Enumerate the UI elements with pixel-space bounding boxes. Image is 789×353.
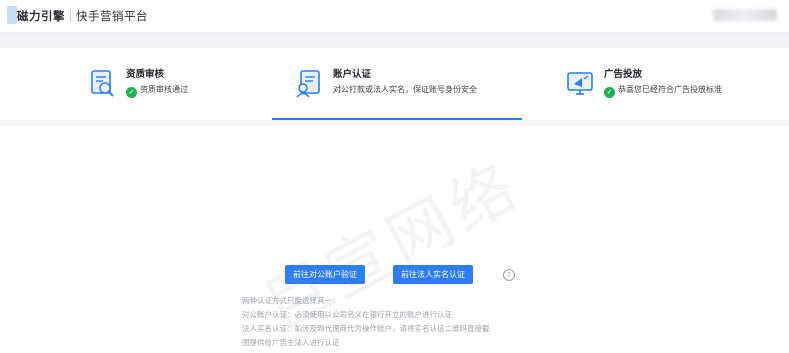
brand-name[interactable]: 磁力引擎 xyxy=(17,8,65,24)
note-line: 图提供给广告主法人进行认证 xyxy=(242,338,340,347)
check-icon: ✓ xyxy=(126,87,137,98)
note-line: 对公账户认证：必须使用以公司名义在银行开立的账户进行认证 xyxy=(242,310,452,319)
account-info[interactable] xyxy=(713,9,777,21)
check-icon: ✓ xyxy=(604,87,615,98)
main-content: 巨宣网络 前往对公账户验证 前往法人实名认证 ? 两种认证方式只能选择其一： 对… xyxy=(0,126,789,353)
top-bar: 磁力引擎 快手营销平台 xyxy=(0,0,789,33)
step-title: 资质审核 xyxy=(126,69,165,80)
platform-name: 快手营销平台 xyxy=(76,9,148,23)
legal-person-verify-button[interactable]: 前往法人实名认证 xyxy=(393,265,473,284)
step-desc: 对公打款或法人实名，保证账号身份安全 xyxy=(333,85,477,94)
steps-bar: 资质审核 ✓ 资质审核通过 账户认证 对公打款或法人实名，保证账号身份安全 广告… xyxy=(0,48,789,120)
ad-launch-icon xyxy=(566,67,596,99)
account-verify-icon xyxy=(294,67,324,99)
note-line: 法人实名认证：如涉及到代理商代为操作账户，请将实名认证二维码直接截 xyxy=(242,324,490,333)
corporate-account-verify-button[interactable]: 前往对公账户验证 xyxy=(285,265,365,284)
step-title: 广告投放 xyxy=(604,69,643,80)
step-desc: ✓ 恭喜您已经符合广告投放标准 xyxy=(604,84,722,98)
note-line: 两种认证方式只能选择其一： xyxy=(242,296,340,305)
step-title: 账户认证 xyxy=(333,69,372,80)
active-step-indicator xyxy=(272,118,522,120)
verification-notes: 两种认证方式只能选择其一： 对公账户认证：必须使用以公司名义在银行开立的账户进行… xyxy=(242,294,490,350)
step-desc-text: 恭喜您已经符合广告投放标准 xyxy=(618,85,722,94)
logo-icon xyxy=(7,6,17,24)
document-search-icon xyxy=(88,67,118,99)
brand-divider xyxy=(70,10,71,22)
help-icon[interactable]: ? xyxy=(503,269,515,281)
step-desc: ✓ 资质审核通过 xyxy=(126,84,188,98)
step-desc-text: 资质审核通过 xyxy=(140,85,188,94)
step-qualification: 资质审核 ✓ 资质审核通过 账户认证 对公打款或法人实名，保证账号身份安全 广告… xyxy=(0,48,789,120)
